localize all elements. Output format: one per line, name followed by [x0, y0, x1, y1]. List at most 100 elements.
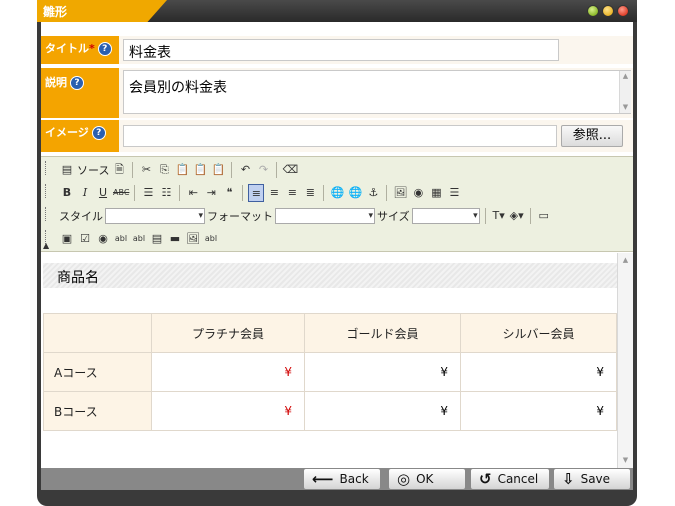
copy-icon[interactable]: ⎘ — [156, 161, 172, 179]
ok-button[interactable]: ◎ OK — [388, 468, 466, 490]
source-button[interactable]: ソース — [77, 162, 109, 178]
separator — [242, 185, 244, 201]
editor-toolbar: ▤ ソース 🗎 ✂ ⎘ 📋 📋 📋 ↶ ↷ ⌫ B I U ABC ☰ ☷ ⇤ … — [41, 156, 633, 252]
cut-icon[interactable]: ✂ — [138, 161, 154, 179]
align-center-icon[interactable]: ≡ — [266, 184, 282, 202]
required-mark: * — [89, 42, 95, 55]
align-left-icon[interactable]: ≡ — [248, 184, 265, 202]
textarea-icon[interactable]: abl — [131, 230, 147, 248]
price-cell[interactable]: ¥ — [460, 391, 617, 431]
undo-icon[interactable]: ↶ — [237, 161, 253, 179]
close-button[interactable] — [617, 5, 629, 17]
save-button[interactable]: ⇩ Save — [553, 468, 631, 490]
eraser-icon[interactable]: ⌫ — [282, 161, 299, 179]
price-cell[interactable]: ¥ — [151, 391, 305, 431]
save-label: Save — [580, 472, 611, 486]
size-select[interactable] — [411, 208, 480, 224]
price-cell[interactable]: ¥ — [304, 391, 461, 431]
separator — [529, 208, 531, 224]
price-cell[interactable]: ¥ — [304, 352, 461, 392]
title-input[interactable]: 料金表 — [123, 39, 559, 61]
toolbar-row-3: スタイル フォーマット サイズ T▾ ◈▾ ▭ — [59, 205, 552, 227]
redo-icon[interactable]: ↷ — [255, 161, 271, 179]
ordered-list-icon[interactable]: ☰ — [140, 184, 156, 202]
indent-icon[interactable]: ⇥ — [203, 184, 219, 202]
flash-icon[interactable]: ◉ — [410, 184, 426, 202]
bulleted-list-icon[interactable]: ☷ — [158, 184, 174, 202]
blockquote-icon[interactable]: ❝ — [221, 184, 237, 202]
form-content: タイトル*? 料金表 説明? 会員別の料金表 ▲ ▼ イメージ? 参照... ▤… — [41, 22, 633, 468]
separator — [231, 162, 233, 178]
bold-icon[interactable]: B — [59, 184, 75, 202]
strikethrough-icon[interactable]: ABC — [113, 184, 129, 202]
editor-window: 雛形 タイトル*? 料金表 説明? 会員別の料金表 ▲ ▼ イメージ ? 参照.… — [37, 0, 637, 506]
checkbox-icon[interactable]: ☑ — [77, 230, 93, 248]
header-cell — [43, 313, 152, 353]
preview-icon[interactable]: 🗎 — [111, 161, 127, 179]
help-icon[interactable]: ? — [70, 76, 84, 90]
help-icon[interactable]: ? — [97, 42, 112, 56]
source-icon[interactable]: ▤ — [59, 161, 75, 179]
image-label: イメージ? — [41, 120, 119, 152]
radio-icon[interactable]: ◉ — [95, 230, 111, 248]
save-tray-icon: ⇩ — [562, 470, 575, 488]
title-bar: 雛形 — [37, 0, 637, 22]
paste-word-icon[interactable]: 📋 — [210, 161, 226, 179]
scroll-down-icon[interactable]: ▼ — [620, 102, 631, 113]
maximize-editor-icon[interactable]: ▭ — [536, 207, 552, 225]
description-scrollbar[interactable]: ▲ ▼ — [619, 71, 631, 113]
price-table: プラチナ会員 ゴールド会員 シルバー会員 Aコース ¥ ¥ ¥ Bコース ¥ ¥… — [43, 313, 617, 431]
help-icon[interactable]: ? — [91, 126, 106, 140]
align-right-icon[interactable]: ≡ — [284, 184, 300, 202]
separator — [386, 185, 388, 201]
style-select[interactable] — [105, 208, 205, 224]
italic-icon[interactable]: I — [77, 184, 93, 202]
collapse-toolbar-icon[interactable]: ▲ — [43, 241, 49, 250]
arrow-left-icon: ⟵ — [312, 470, 334, 488]
link-icon[interactable]: 🌐 — [329, 184, 345, 202]
toolbar-row-4: ▣ ☑ ◉ abl abl ▤ ▬ 🖼 abl — [59, 228, 219, 250]
outdent-icon[interactable]: ⇤ — [185, 184, 201, 202]
anchor-icon[interactable]: ⚓ — [365, 184, 381, 202]
format-select[interactable] — [275, 208, 375, 224]
cancel-button[interactable]: ↺ Cancel — [470, 468, 550, 490]
unlink-icon[interactable]: 🌐 — [347, 184, 363, 202]
underline-icon[interactable]: U — [95, 184, 111, 202]
horizontal-rule-icon[interactable]: ☰ — [446, 184, 462, 202]
background-color-icon[interactable]: ◈▾ — [509, 207, 525, 225]
textfield-icon[interactable]: abl — [113, 230, 129, 248]
separator — [179, 185, 181, 201]
text-color-icon[interactable]: T▾ — [491, 207, 507, 225]
maximize-button[interactable] — [602, 5, 614, 17]
toolbar-grip — [45, 184, 49, 198]
document-scrollbar[interactable]: ▲ ▼ — [617, 253, 633, 468]
image-row: イメージ? 参照... — [41, 120, 633, 152]
hidden-field-icon[interactable]: abl — [203, 230, 219, 248]
select-field-icon[interactable]: ▤ — [149, 230, 165, 248]
scroll-up-icon[interactable]: ▲ — [620, 255, 631, 266]
paste-icon[interactable]: 📋 — [174, 161, 190, 179]
description-label: 説明? — [41, 68, 119, 118]
button-field-icon[interactable]: ▬ — [167, 230, 183, 248]
price-cell[interactable]: ¥ — [151, 352, 305, 392]
description-label-text: 説明 — [45, 76, 67, 89]
minimize-button[interactable] — [587, 5, 599, 17]
form-icon[interactable]: ▣ — [59, 230, 75, 248]
price-cell[interactable]: ¥ — [460, 352, 617, 392]
scroll-up-icon[interactable]: ▲ — [620, 71, 631, 82]
editor-document[interactable]: 商品名 プラチナ会員 ゴールド会員 シルバー会員 Aコース ¥ ¥ ¥ Bコース — [41, 253, 617, 468]
back-button[interactable]: ⟵ Back — [303, 468, 381, 490]
description-textarea[interactable]: 会員別の料金表 — [123, 70, 631, 114]
align-justify-icon[interactable]: ≣ — [302, 184, 318, 202]
paste-text-icon[interactable]: 📋 — [192, 161, 208, 179]
image-label-text: イメージ — [45, 126, 89, 139]
image-path-input[interactable] — [123, 125, 557, 147]
image-button-icon[interactable]: 🖼 — [185, 230, 201, 248]
table-icon[interactable]: ▦ — [428, 184, 444, 202]
format-label: フォーマット — [207, 210, 273, 223]
image-icon[interactable]: 🖼 — [392, 184, 408, 202]
style-label: スタイル — [59, 210, 103, 223]
browse-button[interactable]: 参照... — [561, 125, 623, 147]
scroll-down-icon[interactable]: ▼ — [620, 455, 631, 466]
cancel-undo-icon: ↺ — [479, 470, 492, 488]
